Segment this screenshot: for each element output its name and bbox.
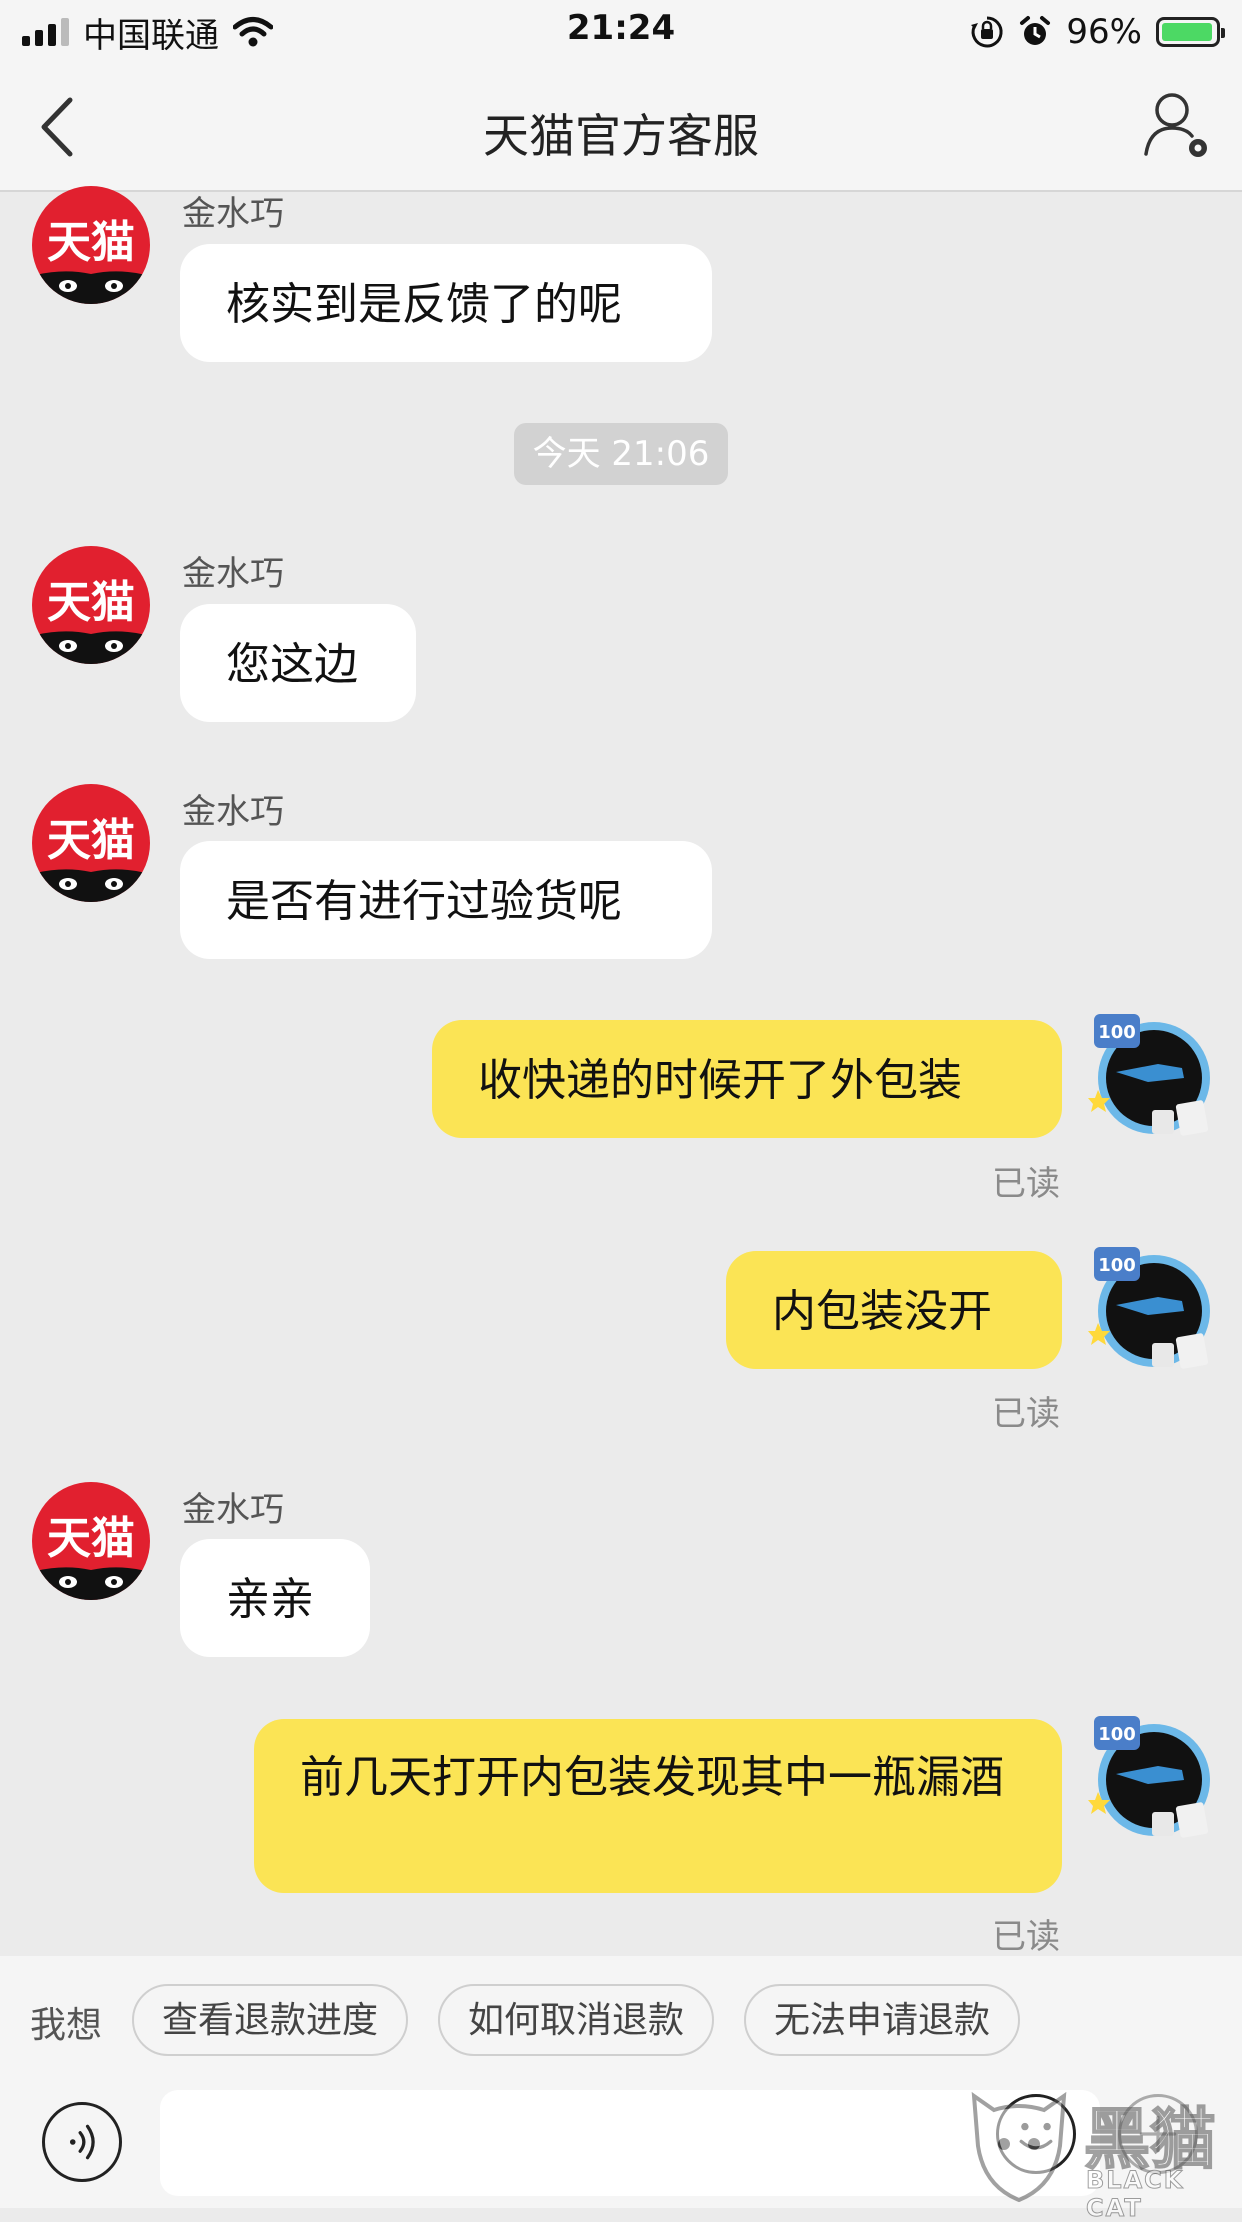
status-right: 96% (970, 6, 1225, 58)
badge-100: 100 (1098, 1255, 1136, 1276)
read-status: 已读 (992, 1394, 1060, 1434)
nav-bar: 天猫官方客服 (0, 64, 1242, 192)
message-input[interactable] (160, 2090, 1100, 2196)
status-bar: 中国联通 21:24 96% (0, 0, 1242, 64)
watermark: 黑猫 BLACK CAT (964, 2086, 1234, 2222)
message-bubble[interactable]: 是否有进行过验货呢 (180, 841, 712, 959)
sender-name: 金水巧 (182, 792, 284, 832)
message-bubble[interactable]: 亲亲 (180, 1539, 370, 1657)
alarm-icon (1020, 16, 1051, 45)
orientation-lock-icon (971, 16, 1003, 48)
user-avatar[interactable]: 100 (1088, 1010, 1218, 1140)
user-settings-icon[interactable] (1142, 90, 1212, 160)
agent-avatar[interactable]: 天猫 (32, 186, 150, 304)
sender-name: 金水巧 (182, 554, 284, 594)
sender-name: 金水巧 (182, 1490, 284, 1530)
quick-reply-label: 我想 (30, 2005, 103, 2046)
tmall-logo-text: 天猫 (47, 217, 135, 268)
page-title: 天猫官方客服 (483, 109, 759, 163)
user-avatar[interactable]: 100 (1088, 1712, 1218, 1842)
quick-reply-bar: 我想 查看退款进度 如何取消退款 无法申请退款 (0, 1956, 1242, 2082)
tmall-cat-icon (32, 631, 150, 664)
message-bubble-outgoing[interactable]: 收快递的时候开了外包装 (432, 1020, 1062, 1138)
battery-icon (1156, 17, 1225, 47)
quick-reply-cancel-refund[interactable]: 如何取消退款 (438, 1984, 714, 2056)
agent-avatar[interactable]: 天猫 (32, 1482, 150, 1600)
badge-100: 100 (1098, 1022, 1136, 1043)
user-avatar[interactable]: 100 (1088, 1243, 1218, 1373)
read-status: 已读 (992, 1164, 1060, 1204)
tmall-logo-text: 天猫 (47, 815, 135, 866)
read-status: 已读 (992, 1917, 1060, 1957)
tmall-logo-text: 天猫 (47, 577, 135, 628)
message-bubble-outgoing[interactable]: 前几天打开内包装发现其中一瓶漏酒 (254, 1719, 1062, 1893)
quick-reply-refund-progress[interactable]: 查看退款进度 (132, 1984, 408, 2056)
battery-percent: 96% (1066, 12, 1142, 52)
tmall-logo-text: 天猫 (47, 1513, 135, 1564)
watermark-subtext: BLACK CAT (1086, 2166, 1185, 2222)
message-bubble[interactable]: 核实到是反馈了的呢 (180, 244, 712, 362)
agent-avatar[interactable]: 天猫 (32, 784, 150, 902)
badge-100: 100 (1098, 1724, 1136, 1745)
sender-name: 金水巧 (182, 194, 284, 234)
black-cat-logo-icon (971, 2091, 1067, 2203)
tmall-cat-icon (32, 1567, 150, 1600)
voice-icon[interactable] (42, 2102, 122, 2182)
agent-avatar[interactable]: 天猫 (32, 546, 150, 664)
tmall-cat-icon (32, 869, 150, 902)
message-bubble[interactable]: 您这边 (180, 604, 416, 722)
tmall-cat-icon (32, 271, 150, 304)
quick-reply-cannot-refund[interactable]: 无法申请退款 (744, 1984, 1020, 2056)
timestamp-chip: 今天 21:06 (514, 423, 728, 485)
message-bubble-outgoing[interactable]: 内包装没开 (726, 1251, 1062, 1369)
